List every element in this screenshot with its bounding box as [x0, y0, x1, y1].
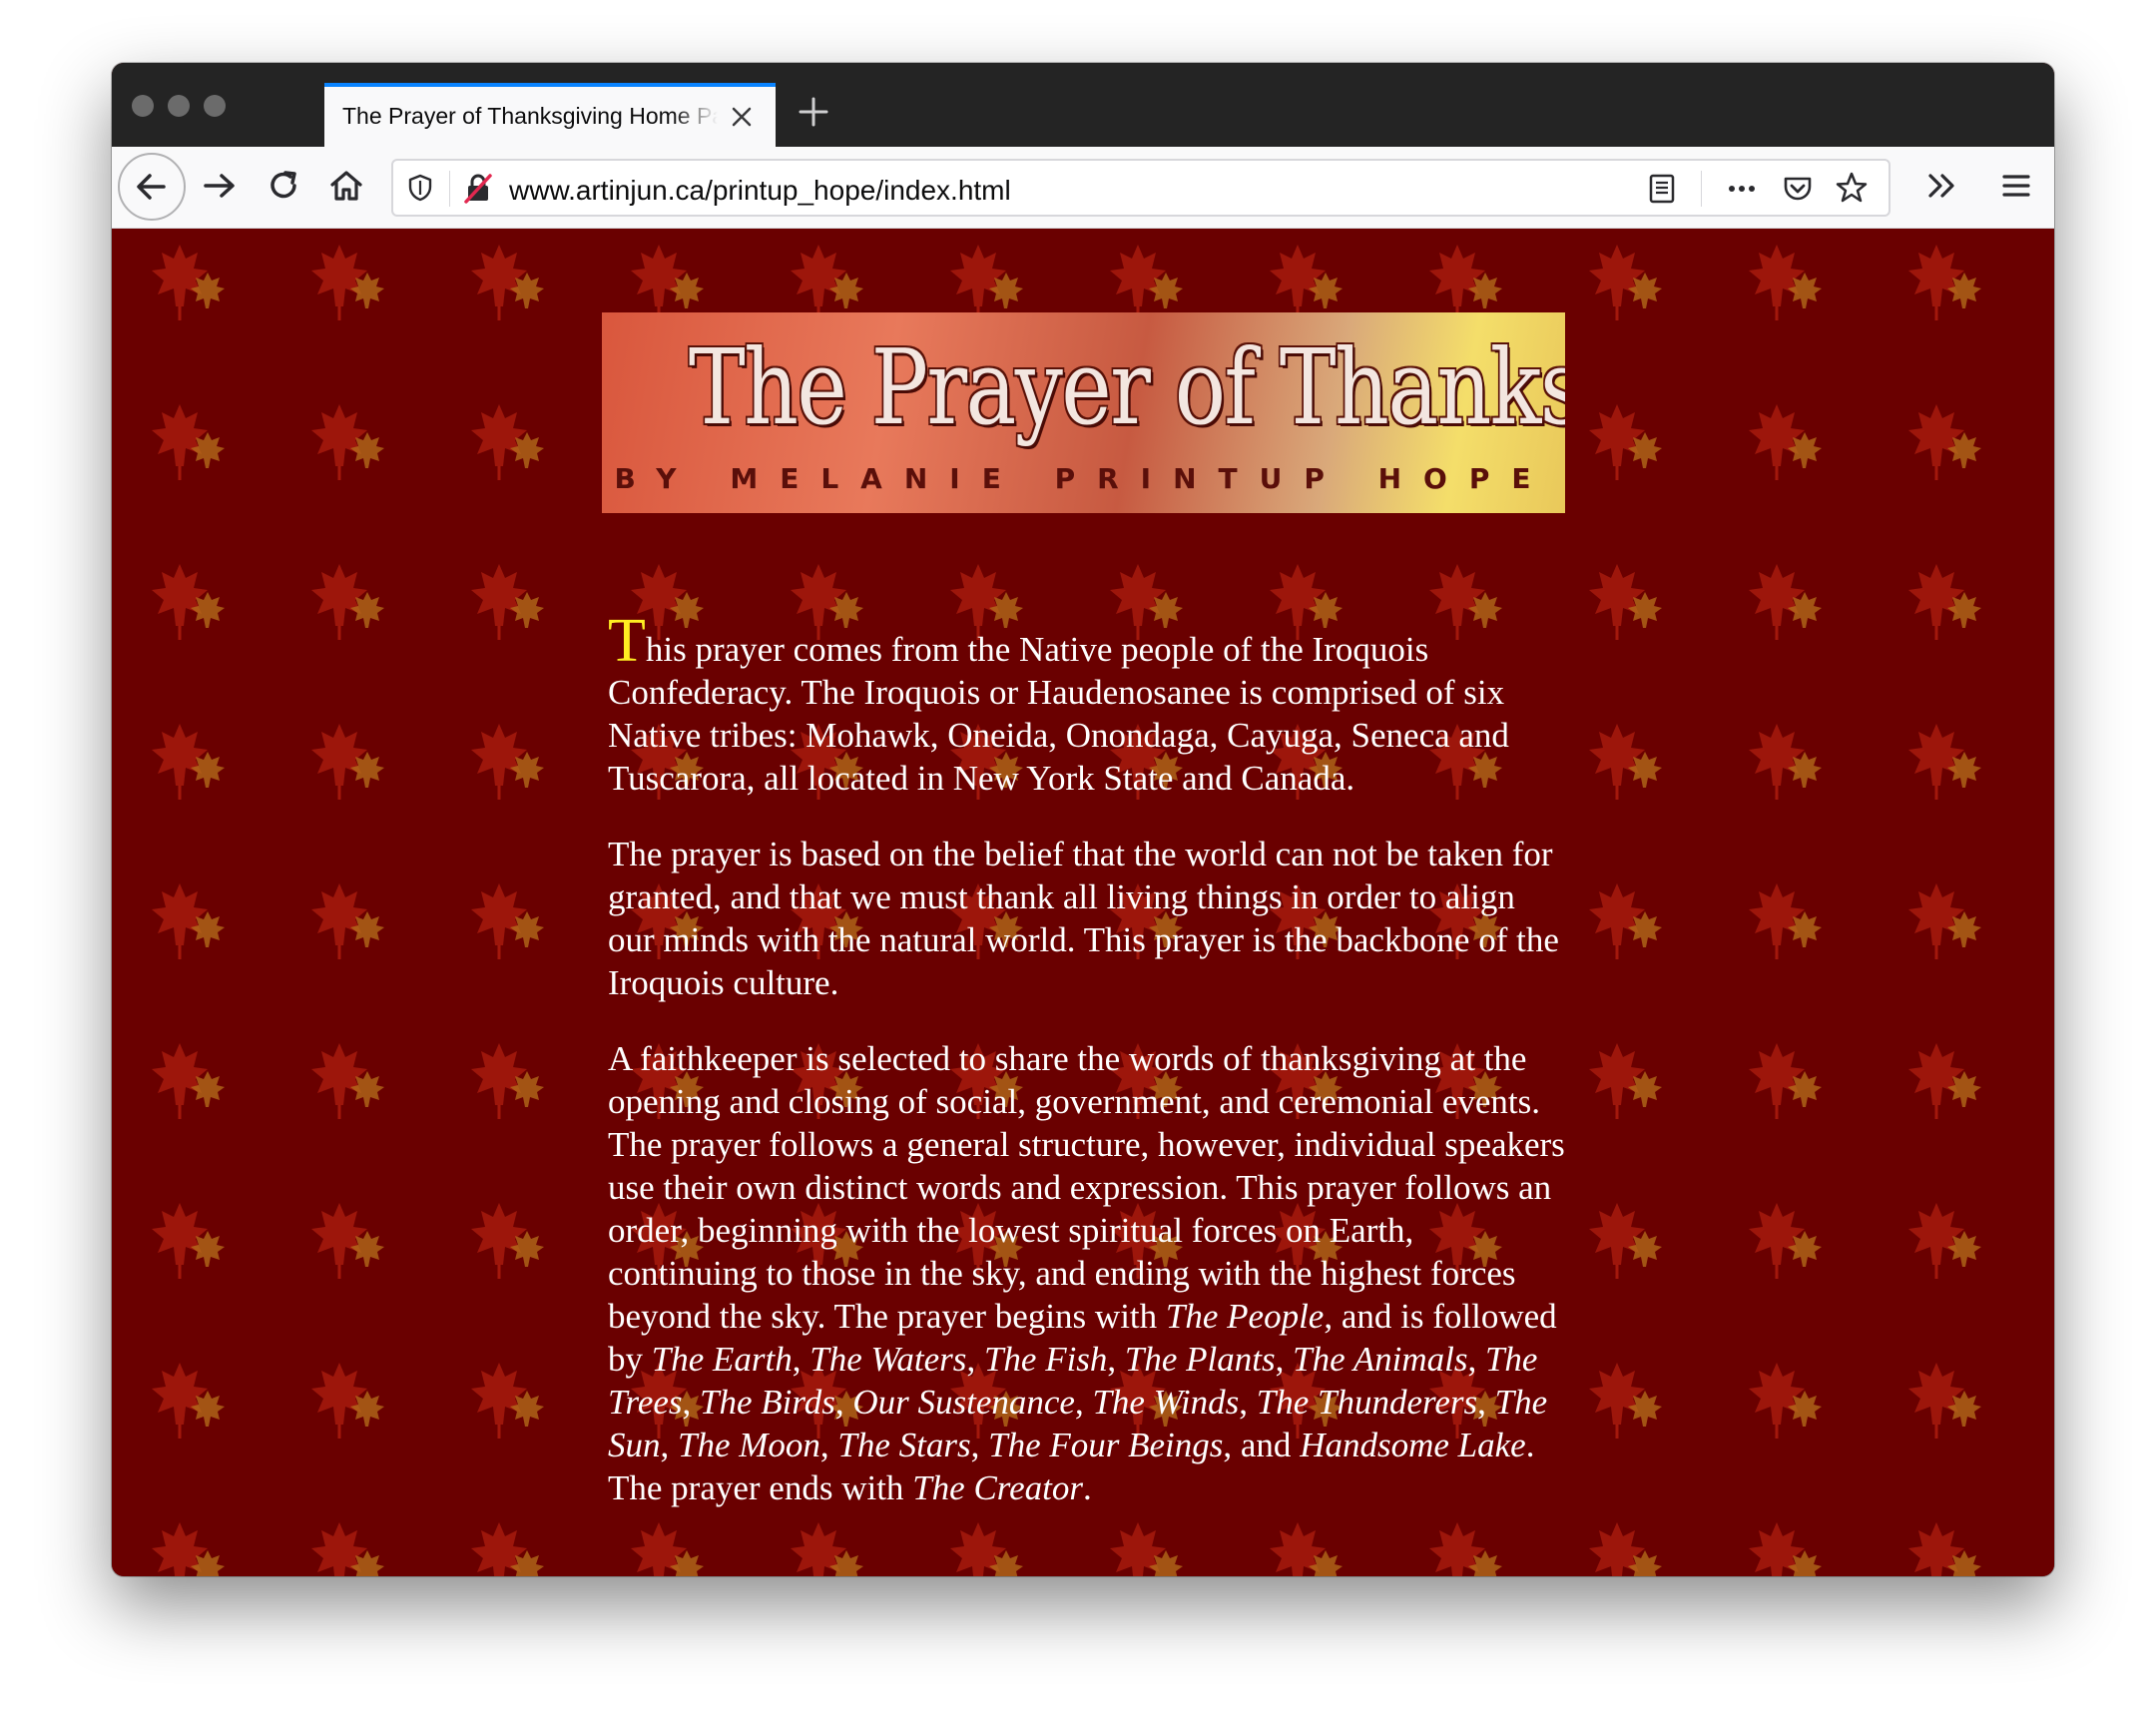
term-handsome-lake: Handsome Lake [1300, 1426, 1526, 1464]
term-the-fish: The Fish [983, 1340, 1108, 1379]
arrow-right-icon[interactable] [198, 164, 242, 208]
overflow-chevrons-icon[interactable] [1920, 164, 1964, 208]
term-our-sustenance: Our Sustenance [852, 1383, 1075, 1422]
comma: , [682, 1383, 701, 1422]
term-the-stars: The Stars [837, 1426, 971, 1464]
tab-active[interactable]: The Prayer of Thanksgiving Home Page [324, 83, 776, 147]
pocket-icon[interactable] [1781, 172, 1815, 206]
comma: , [792, 1340, 810, 1379]
arrow-left-icon [137, 174, 166, 200]
tab-bar: The Prayer of Thanksgiving Home Page [112, 63, 2054, 147]
comma: , [660, 1426, 678, 1464]
comma: , [966, 1340, 984, 1379]
reload-icon[interactable] [262, 164, 305, 208]
drop-cap: T [608, 607, 646, 675]
paragraph-belief: The prayer is based on the belief that t… [608, 835, 1559, 1002]
paragraph-intro: This prayer comes from the Native people… [608, 610, 1566, 800]
comma: , [1239, 1383, 1257, 1422]
p3-and: , and [1223, 1426, 1301, 1464]
page-content: The Prayer of Thanksgiving BY MELANIE PR… [112, 229, 2054, 1576]
insecure-lock-icon[interactable] [461, 172, 495, 206]
term-the-earth: The Earth [651, 1340, 793, 1379]
reader-view-icon[interactable] [1645, 172, 1679, 206]
browser-window: The Prayer of Thanksgiving Home Page www… [112, 63, 2054, 1576]
comma: , [834, 1383, 853, 1422]
term-the-waters: The Waters [809, 1340, 967, 1379]
term-the-creator: The Creator [912, 1468, 1083, 1507]
tracking-shield-icon[interactable] [405, 173, 435, 203]
paragraph-structure: A faithkeeper is selected to share the w… [608, 1037, 1566, 1509]
hamburger-menu-icon[interactable] [1994, 164, 2038, 208]
comma: , [1477, 1383, 1495, 1422]
url-text: www.artinjun.ca/printup_hope/index.html [509, 175, 1011, 206]
comma: , [1467, 1340, 1485, 1379]
close-tab-icon[interactable] [728, 103, 756, 131]
term-the-winds: The Winds [1092, 1383, 1240, 1422]
back-button[interactable] [118, 153, 186, 221]
window-zoom-dot[interactable] [204, 95, 226, 117]
page-actions-icon[interactable] [1725, 172, 1759, 206]
p3-text-a: A faithkeeper is selected to share the w… [608, 1039, 1565, 1336]
comma: , [1275, 1340, 1294, 1379]
home-icon[interactable] [324, 164, 368, 208]
tab-title: The Prayer of Thanksgiving Home Page [342, 103, 718, 129]
bookmark-star-icon[interactable] [1835, 171, 1869, 205]
comma: , [1107, 1340, 1125, 1379]
term-the-thunderers: The Thunderers [1256, 1383, 1478, 1422]
comma: , [970, 1426, 989, 1464]
nav-toolbar: www.artinjun.ca/printup_hope/index.html [112, 147, 2054, 229]
banner-byline: BY MELANIE PRINTUP HOPE [614, 462, 1553, 495]
term-the-four-beings: The Four Beings [988, 1426, 1224, 1464]
window-minimize-dot[interactable] [168, 95, 190, 117]
banner-title: The Prayer of Thanksgiving [688, 326, 1565, 448]
title-banner: The Prayer of Thanksgiving BY MELANIE PR… [602, 312, 1565, 513]
term-the-moon: The Moon [678, 1426, 820, 1464]
address-bar[interactable]: www.artinjun.ca/printup_hope/index.html [391, 159, 1890, 217]
term-the-birds: The Birds [700, 1383, 835, 1422]
new-tab-icon[interactable] [797, 95, 830, 129]
term-the-animals: The Animals [1293, 1340, 1468, 1379]
window-close-dot[interactable] [132, 95, 154, 117]
comma: , [1074, 1383, 1093, 1422]
urlbar-divider-2 [1701, 171, 1702, 207]
article-body: This prayer comes from the Native people… [608, 610, 1566, 1542]
term-the-people: The People [1165, 1297, 1325, 1336]
term-the-plants: The Plants [1124, 1340, 1276, 1379]
paragraph-intro-text: his prayer comes from the Native people … [608, 630, 1509, 798]
comma: , [819, 1426, 838, 1464]
p3-end: . [1082, 1468, 1092, 1507]
urlbar-divider [449, 171, 450, 207]
